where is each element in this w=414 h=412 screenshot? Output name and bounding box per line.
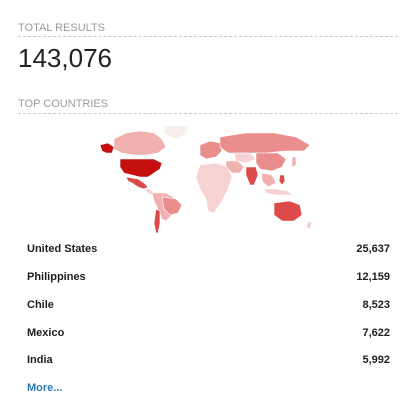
country-row-united-states: United States 25,637 [27, 243, 390, 261]
country-name: Chile [27, 299, 54, 311]
map-region-australia [273, 200, 303, 222]
map-region-canada [113, 130, 167, 156]
country-count: 7,622 [362, 327, 390, 339]
country-name: United States [27, 243, 98, 255]
country-count: 12,159 [356, 271, 390, 283]
country-count: 8,523 [362, 299, 390, 311]
map-region-japan [291, 156, 297, 168]
divider [18, 36, 398, 37]
map-region-central-asia [233, 152, 257, 164]
map-region-indonesia [263, 188, 293, 196]
map-region-philippines [278, 174, 286, 186]
map-region-southeast-asia [261, 172, 277, 188]
country-row-philippines: Philippines 12,159 [27, 271, 390, 289]
map-region-india [245, 166, 259, 186]
map-region-greenland [163, 124, 189, 140]
more-countries-link[interactable]: More... [27, 382, 62, 394]
map-region-africa [195, 162, 233, 214]
total-results-label: TOTAL RESULTS [18, 22, 106, 34]
country-name: Philippines [27, 271, 86, 283]
world-choropleth-map[interactable] [96, 123, 320, 235]
country-name: India [27, 354, 53, 366]
map-region-china [255, 152, 287, 172]
total-results-value: 143,076 [18, 43, 112, 73]
country-row-chile: Chile 8,523 [27, 299, 390, 317]
map-region-new-zealand [305, 220, 313, 230]
map-region-united-states [119, 158, 163, 178]
divider [18, 113, 398, 114]
country-count: 25,637 [356, 243, 390, 255]
top-countries-label: TOP COUNTRIES [18, 98, 109, 110]
country-row-mexico: Mexico 7,622 [27, 327, 390, 345]
map-region-chile [153, 208, 161, 234]
country-name: Mexico [27, 327, 65, 339]
map-region-mexico [125, 176, 149, 190]
map-region-europe [199, 140, 223, 160]
country-count: 5,992 [362, 354, 390, 366]
country-row-india: India 5,992 [27, 354, 390, 372]
map-region-alaska [99, 142, 115, 154]
map-region-russia [219, 132, 311, 154]
